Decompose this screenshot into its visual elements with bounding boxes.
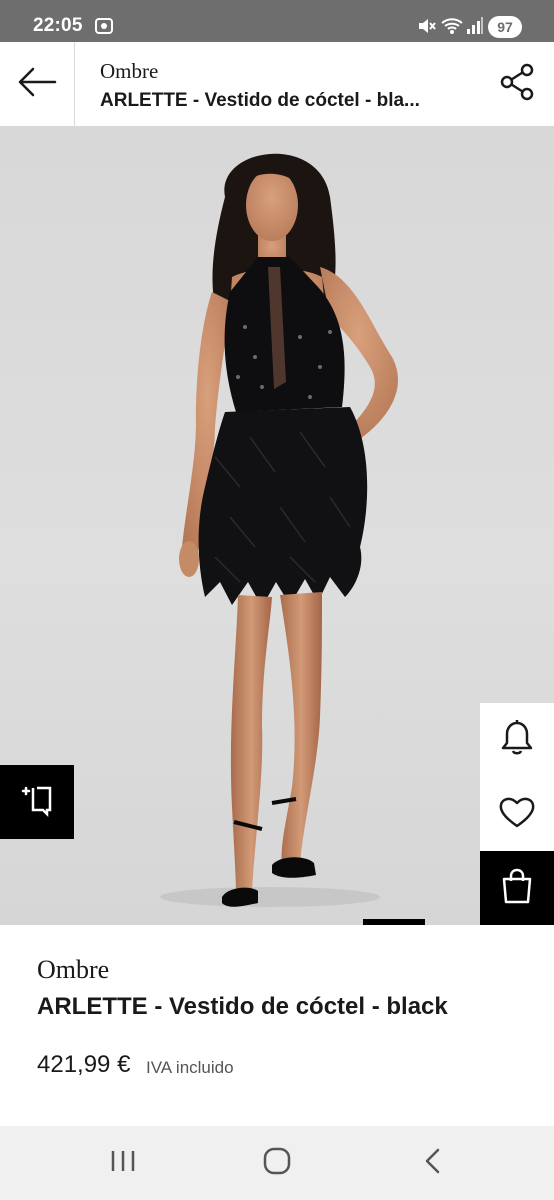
heart-icon	[498, 795, 536, 834]
compare-icon	[19, 782, 55, 823]
arrow-left-icon	[17, 66, 57, 103]
header-title: ARLETTE - Vestido de cóctel - bla...	[100, 90, 420, 111]
product-image-carousel[interactable]	[0, 127, 554, 925]
signal-icon	[466, 16, 484, 41]
home-icon	[262, 1146, 292, 1181]
product-brand[interactable]: Ombre	[37, 955, 109, 985]
battery-indicator: 97	[488, 16, 522, 38]
product-price: 421,99 €	[37, 1051, 131, 1078]
share-icon	[498, 62, 538, 107]
share-button[interactable]	[498, 62, 538, 107]
recent-apps-icon	[109, 1148, 137, 1179]
product-title: ARLETTE - Vestido de cóctel - black	[37, 993, 448, 1020]
side-action-bar	[480, 703, 554, 925]
screenshot-icon	[94, 16, 114, 41]
tax-note: IVA incluido	[146, 1058, 234, 1077]
wishlist-button[interactable]	[480, 777, 554, 851]
status-bar: 22:05 97	[0, 0, 554, 42]
carousel-indicator	[363, 919, 425, 925]
product-header: Ombre ARLETTE - Vestido de cóctel - bla.…	[0, 42, 554, 127]
wifi-icon	[440, 16, 464, 41]
bag-icon	[500, 867, 534, 910]
back-button[interactable]	[0, 42, 75, 126]
home-button[interactable]	[257, 1146, 297, 1180]
notify-button[interactable]	[480, 703, 554, 777]
mute-icon	[416, 16, 436, 41]
back-icon	[422, 1147, 444, 1180]
system-nav-bar	[0, 1126, 554, 1200]
system-back-button[interactable]	[413, 1146, 453, 1180]
bell-icon	[500, 719, 534, 762]
add-to-bag-button[interactable]	[480, 851, 554, 925]
header-brand[interactable]: Ombre	[100, 59, 158, 84]
status-time: 22:05	[33, 15, 83, 36]
compare-button[interactable]	[0, 765, 74, 839]
product-photo	[160, 153, 398, 907]
recent-apps-button[interactable]	[103, 1146, 143, 1180]
